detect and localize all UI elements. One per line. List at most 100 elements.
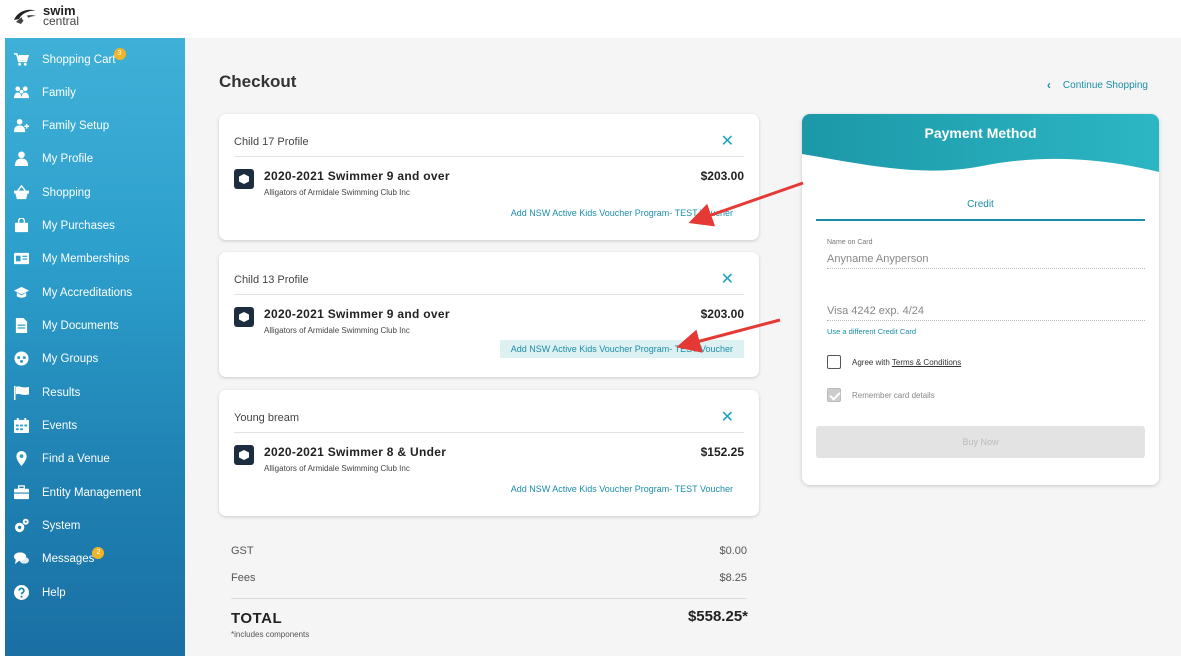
logo-word-central: central xyxy=(43,14,80,28)
document-icon xyxy=(13,318,29,334)
chevron-left-icon: ‹ xyxy=(1046,78,1051,92)
continue-shopping-link[interactable]: ‹ Continue Shopping xyxy=(1047,78,1148,92)
sidebar-item-label: My Accreditations xyxy=(42,286,133,299)
sidebar-item-shopping[interactable]: Shopping xyxy=(5,176,185,209)
gst-label: GST xyxy=(231,545,254,557)
fees-value: $8.25 xyxy=(719,572,747,584)
gears-icon xyxy=(13,518,29,534)
add-user-icon xyxy=(13,118,29,134)
sidebar-item-family-setup[interactable]: Family Setup xyxy=(5,109,185,142)
sidebar-item-help[interactable]: Help xyxy=(5,576,185,609)
sidebar-item-family[interactable]: Family xyxy=(5,76,185,109)
remove-item-close-icon[interactable]: ✕ xyxy=(721,269,734,289)
sidebar-item-label: Messages xyxy=(42,552,95,565)
product-name: 2020-2021 Swimmer 8 & Under xyxy=(264,445,447,459)
remove-item-close-icon[interactable]: ✕ xyxy=(721,131,734,151)
profile-name: Young bream xyxy=(234,412,300,424)
sidebar-item-label: Events xyxy=(42,419,78,432)
cart-count-badge: 3 xyxy=(113,47,126,60)
graduation-cap-icon xyxy=(13,285,29,301)
buy-now-button[interactable]: Buy Now xyxy=(816,426,1145,458)
sidebar-item-messages[interactable]: Messages2 xyxy=(5,542,185,575)
agree-terms-checkbox[interactable] xyxy=(827,355,841,369)
bag-icon xyxy=(13,218,29,234)
sidebar-item-events[interactable]: Events xyxy=(5,409,185,442)
add-voucher-link[interactable]: Add NSW Active Kids Voucher Program- TES… xyxy=(500,204,744,222)
sidebar: Shopping Cart3 Family Family Setup My Pr… xyxy=(5,38,185,656)
add-voucher-link[interactable]: Add NSW Active Kids Voucher Program- TES… xyxy=(499,340,744,358)
fees-label: Fees xyxy=(231,572,256,584)
groups-icon xyxy=(13,351,29,367)
sidebar-item-label: Family Setup xyxy=(42,119,110,132)
agree-terms-label: Agree with Terms & Conditions xyxy=(852,358,962,367)
basket-icon xyxy=(13,185,29,201)
sidebar-item-my-profile[interactable]: My Profile xyxy=(5,142,185,175)
sidebar-item-shopping-cart[interactable]: Shopping Cart3 xyxy=(5,43,185,76)
saved-card-field[interactable]: Visa 4242 exp. 4/24 xyxy=(827,305,1145,321)
name-on-card-label: Name on Card xyxy=(827,239,873,246)
sidebar-item-label: Help xyxy=(42,586,66,599)
sidebar-item-label: My Purchases xyxy=(42,219,115,232)
help-icon xyxy=(13,585,29,601)
sidebar-item-my-groups[interactable]: My Groups xyxy=(5,342,185,375)
sidebar-item-my-accreditations[interactable]: My Accreditations xyxy=(5,276,185,309)
profile-name: Child 13 Profile xyxy=(234,274,309,286)
cart-item-card: Child 13 Profile ✕ 2020-2021 Swimmer 9 a… xyxy=(219,252,759,377)
top-bar: swim central xyxy=(0,0,1181,38)
club-name: Alligators of Armidale Swimming Club Inc xyxy=(264,464,410,473)
payment-title: Payment Method xyxy=(924,125,1037,141)
sidebar-item-my-purchases[interactable]: My Purchases xyxy=(5,209,185,242)
sidebar-item-label: System xyxy=(42,519,81,532)
product-cube-icon xyxy=(234,169,254,189)
briefcase-icon xyxy=(13,485,29,501)
sidebar-item-label: Family xyxy=(42,86,76,99)
product-name: 2020-2021 Swimmer 9 and over xyxy=(264,307,450,321)
sidebar-item-system[interactable]: System xyxy=(5,509,185,542)
sidebar-item-label: Entity Management xyxy=(42,486,142,499)
cart-item-card: Young bream ✕ 2020-2021 Swimmer 8 & Unde… xyxy=(219,390,759,516)
cart-item-card: Child 17 Profile ✕ 2020-2021 Swimmer 9 a… xyxy=(219,114,759,240)
sidebar-item-label: Shopping Cart xyxy=(42,53,116,66)
fees-row: Fees $8.25 xyxy=(231,572,747,584)
sidebar-item-my-memberships[interactable]: My Memberships xyxy=(5,242,185,275)
profile-name: Child 17 Profile xyxy=(234,136,309,148)
use-different-card-link[interactable]: Use a different Credit Card xyxy=(827,327,916,336)
sidebar-item-my-documents[interactable]: My Documents xyxy=(5,309,185,342)
total-value: $558.25* xyxy=(687,608,748,625)
gst-value: $0.00 xyxy=(719,545,747,557)
calendar-icon xyxy=(13,418,29,434)
club-name: Alligators of Armidale Swimming Club Inc xyxy=(264,188,410,197)
cart-icon xyxy=(13,52,29,68)
id-card-icon xyxy=(13,251,29,267)
sidebar-item-label: Find a Venue xyxy=(42,452,110,465)
product-price: $203.00 xyxy=(700,169,744,183)
product-price: $152.25 xyxy=(700,445,744,459)
main-content: Checkout ‹ Continue Shopping Child 17 Pr… xyxy=(185,38,1181,656)
sidebar-item-label: My Profile xyxy=(42,152,94,165)
sidebar-item-label: My Memberships xyxy=(42,252,130,265)
product-cube-icon xyxy=(234,307,254,327)
total-note: *includes components xyxy=(231,630,310,639)
swim-central-logo[interactable]: swim central xyxy=(12,4,80,28)
continue-shopping-label: Continue Shopping xyxy=(1062,79,1148,91)
gst-row: GST $0.00 xyxy=(231,545,747,557)
sidebar-item-label: My Groups xyxy=(42,352,99,365)
payment-method-panel: Payment Method Credit Name on Card Anyna… xyxy=(802,114,1159,485)
name-on-card-field[interactable]: Anyname Anyperson xyxy=(827,253,1145,269)
messages-count-badge: 2 xyxy=(92,546,105,559)
sidebar-item-find-a-venue[interactable]: Find a Venue xyxy=(5,442,185,475)
remember-card-checkbox[interactable] xyxy=(827,388,841,402)
tab-credit[interactable]: Credit xyxy=(816,191,1145,221)
product-name: 2020-2021 Swimmer 9 and over xyxy=(264,169,450,183)
terms-link[interactable]: Terms & Conditions xyxy=(892,358,961,367)
flag-icon xyxy=(13,385,29,401)
page-title: Checkout xyxy=(219,72,297,91)
product-cube-icon xyxy=(234,445,254,465)
add-voucher-link[interactable]: Add NSW Active Kids Voucher Program- TES… xyxy=(500,480,744,498)
swirl-logo-icon xyxy=(14,9,36,24)
product-price: $203.00 xyxy=(700,307,744,321)
sidebar-item-entity-management[interactable]: Entity Management xyxy=(5,476,185,509)
chat-icon xyxy=(13,551,29,567)
remove-item-close-icon[interactable]: ✕ xyxy=(721,407,734,427)
sidebar-item-results[interactable]: Results xyxy=(5,376,185,409)
